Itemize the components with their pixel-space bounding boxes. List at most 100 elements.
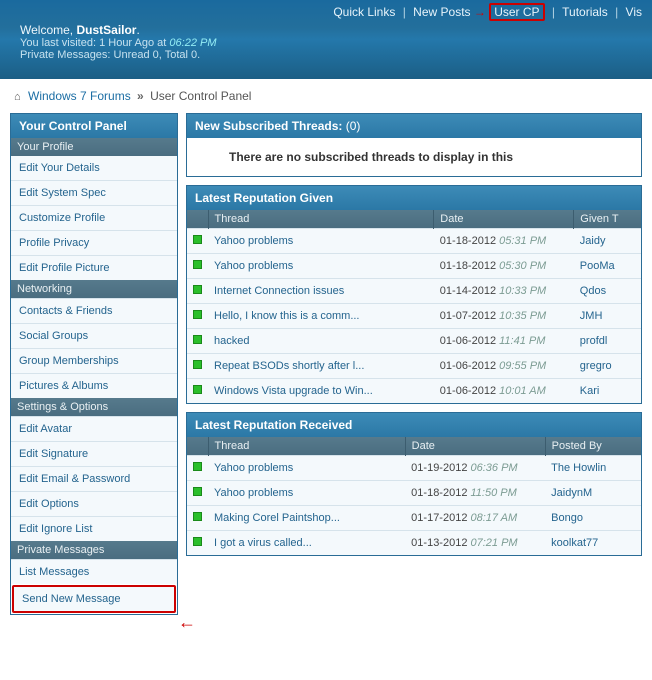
thread-link[interactable]: hacked [214,335,249,347]
sidebar-item[interactable]: Pictures & Albums [11,373,177,398]
table-row: Repeat BSODs shortly after l... 01-06-201… [187,354,641,379]
user-link[interactable]: PooMa [580,260,615,272]
thread-link[interactable]: Repeat BSODs shortly after l... [214,360,364,372]
newposts-link[interactable]: New Posts [413,5,470,19]
thread-link[interactable]: Yahoo problems [214,235,293,247]
status-icon [193,285,202,294]
user-link[interactable]: Jaidy [580,235,606,247]
rep-given-panel: Latest Reputation Given ThreadDateGiven … [186,185,642,404]
user-link[interactable]: The Howlin [551,462,606,474]
thread-link[interactable]: Hello, I know this is a comm... [214,310,360,322]
sidebar-item[interactable]: Edit Signature [11,441,177,466]
thread-link[interactable]: Yahoo problems [214,260,293,272]
sidebar-item[interactable]: Edit Options [11,491,177,516]
rep-recv-table: ThreadDatePosted By Yahoo problems 01-19-… [187,437,641,555]
table-row: Yahoo problems 01-18-2012 05:31 PM Jaidy [187,229,641,254]
tutorials-link[interactable]: Tutorials [562,5,608,19]
col-header[interactable] [187,210,208,229]
home-icon[interactable]: ⌂ [14,91,21,103]
quicklinks-link[interactable]: Quick Links [333,5,395,19]
date-cell: 01-06-2012 11:41 PM [434,329,574,354]
table-row: Windows Vista upgrade to Win... 01-06-201… [187,379,641,404]
col-header[interactable]: Thread [208,437,405,456]
thread-link[interactable]: Windows Vista upgrade to Win... [214,385,373,397]
date-cell: 01-19-2012 06:36 PM [405,456,545,481]
user-link[interactable]: Kari [580,385,600,397]
sidebar-section: Settings & Options [11,398,177,416]
thread-link[interactable]: Making Corel Paintshop... [214,512,340,524]
thread-link[interactable]: Internet Connection issues [214,285,344,297]
thread-link[interactable]: I got a virus called... [214,537,312,549]
user-link[interactable]: gregro [580,360,612,372]
col-header[interactable]: Posted By [545,437,641,456]
status-icon [193,335,202,344]
sidebar: Your Control Panel Your ProfileEdit Your… [10,113,178,615]
status-icon [193,235,202,244]
user-link[interactable]: Qdos [580,285,606,297]
date-cell: 01-18-2012 11:50 PM [405,481,545,506]
status-icon [193,385,202,394]
user-link[interactable]: JMH [580,310,603,322]
col-header[interactable]: Thread [208,210,434,229]
sidebar-item[interactable]: Edit Email & Password [11,466,177,491]
status-icon [193,512,202,521]
sidebar-item[interactable]: Edit Your Details [11,156,177,180]
status-icon [193,487,202,496]
date-cell: 01-18-2012 05:30 PM [434,254,574,279]
sidebar-item[interactable]: Customize Profile [11,205,177,230]
date-cell: 01-18-2012 05:31 PM [434,229,574,254]
arrow-icon: → [474,5,486,19]
table-row: Yahoo problems 01-18-2012 11:50 PM JaidynM [187,481,641,506]
vista-link[interactable]: Vis [626,5,642,19]
table-row: Yahoo problems 01-19-2012 06:36 PM The How… [187,456,641,481]
username: DustSailor [76,23,136,37]
user-link[interactable]: koolkat77 [551,537,598,549]
thread-link[interactable]: Yahoo problems [214,487,293,499]
thread-link[interactable]: Yahoo problems [214,462,293,474]
sidebar-item[interactable]: Group Memberships [11,348,177,373]
sidebar-item[interactable]: Contacts & Friends [11,298,177,323]
date-cell: 01-14-2012 10:33 PM [434,279,574,304]
sidebar-item[interactable]: Edit Ignore List [11,516,177,541]
sidebar-item[interactable]: Profile Privacy [11,230,177,255]
usercp-link[interactable]: User CP [489,3,544,21]
sidebar-title: Your Control Panel [11,114,177,138]
date-cell: 01-06-2012 10:01 AM [434,379,574,404]
sidebar-item[interactable]: List Messages [11,559,177,584]
table-row: Making Corel Paintshop... 01-17-2012 08:1… [187,506,641,531]
sidebar-section: Private Messages [11,541,177,559]
rep-recv-panel: Latest Reputation Received ThreadDatePos… [186,412,642,556]
user-link[interactable]: profdl [580,335,608,347]
breadcrumb-link[interactable]: Windows 7 Forums [28,89,131,103]
last-visit: You last visited: 1 Hour Ago at 06:22 PM [20,37,642,49]
col-header[interactable]: Date [434,210,574,229]
table-row: hacked 01-06-2012 11:41 PM profdl [187,329,641,354]
sidebar-item[interactable]: Edit Avatar [11,416,177,441]
status-icon [193,462,202,471]
arrow-icon: ← [178,612,196,633]
table-row: Yahoo problems 01-18-2012 05:30 PM PooMa [187,254,641,279]
date-cell: 01-17-2012 08:17 AM [405,506,545,531]
date-cell: 01-06-2012 09:55 PM [434,354,574,379]
main-column: New Subscribed Threads: (0) There are no… [186,113,642,556]
sidebar-item[interactable]: Edit Profile Picture [11,255,177,280]
status-icon [193,360,202,369]
subscribed-panel: New Subscribed Threads: (0) There are no… [186,113,642,177]
col-header[interactable]: Given T [574,210,641,229]
sidebar-item[interactable]: Send New Message [12,585,176,613]
quick-links-bar: Quick Links | New Posts → User CP | Tuto… [10,5,642,19]
rep-given-table: ThreadDateGiven T Yahoo problems 01-18-20… [187,210,641,403]
pm-summary: Private Messages: Unread 0, Total 0. [20,49,642,61]
user-link[interactable]: Bongo [551,512,583,524]
date-cell: 01-07-2012 10:35 PM [434,304,574,329]
sidebar-section: Networking [11,280,177,298]
sidebar-item[interactable]: Edit System Spec [11,180,177,205]
col-header[interactable]: Date [405,437,545,456]
date-cell: 01-13-2012 07:21 PM [405,531,545,556]
sidebar-section: Your Profile [11,138,177,156]
table-row: Hello, I know this is a comm... 01-07-201… [187,304,641,329]
sidebar-item[interactable]: Social Groups [11,323,177,348]
user-link[interactable]: JaidynM [551,487,592,499]
welcome-text: Welcome, DustSailor. [20,23,642,37]
col-header[interactable] [187,437,208,456]
